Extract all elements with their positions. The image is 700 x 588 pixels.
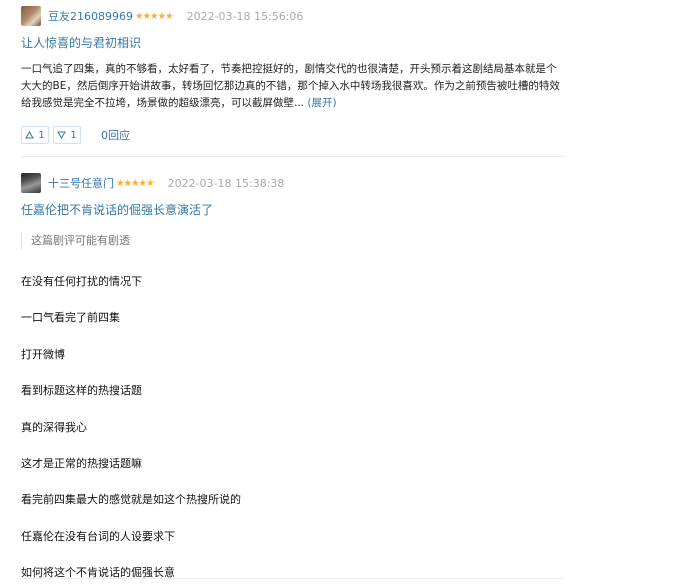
review-paragraph: 任嘉伦在没有台词的人设要求下 (21, 530, 175, 543)
review-excerpt: 一口气追了四集，真的不够看，太好看了，节奏把控挺好的，剧情交代的也很清楚，开头预… (21, 61, 565, 112)
triangle-down-icon (57, 131, 67, 139)
useful-button[interactable]: 1 (21, 126, 49, 144)
review-card: 十三号任意门 ★★★★★ 2022-03-18 15:38:38 任嘉伦把不肯说… (21, 173, 565, 219)
reply-link[interactable]: 0回应 (101, 127, 130, 143)
excerpt-line: 大大的BE，然后倒序开始讲故事，转场回忆那边真的不错，那个掉入水中转场我很喜欢。… (21, 80, 560, 92)
divider (21, 578, 565, 579)
excerpt-line-text: 给我感觉是完全不拉垮，场景做的超级漂亮，可以截屏做壁... (21, 97, 305, 109)
rating-stars: ★★★★★ (116, 177, 155, 189)
spoiler-notice: 这篇剧评可能有剧透 (21, 233, 130, 249)
review-title-link[interactable]: 任嘉伦把不肯说话的倔强长意演活了 (21, 201, 565, 219)
review-header: 十三号任意门 ★★★★★ 2022-03-18 15:38:38 (21, 173, 565, 193)
excerpt-line: 给我感觉是完全不拉垮，场景做的超级漂亮，可以截屏做壁... (展开) (21, 95, 565, 112)
review-paragraph: 真的深得我心 (21, 421, 87, 434)
username-link[interactable]: 豆友216089969 (48, 8, 133, 24)
avatar[interactable] (21, 6, 41, 26)
review-paragraph: 打开微博 (21, 348, 65, 361)
review-card: 豆友216089969 ★★★★★ 2022-03-18 15:56:06 让人… (21, 6, 565, 144)
useless-button[interactable]: 1 (53, 126, 81, 144)
review-paragraph: 看完前四集最大的感觉就是如这个热搜所说的 (21, 493, 241, 506)
review-date: 2022-03-18 15:38:38 (167, 176, 285, 190)
username-link[interactable]: 十三号任意门 (48, 175, 114, 191)
review-paragraph: 看到标题这样的热搜话题 (21, 384, 142, 397)
review-paragraph: 一口气看完了前四集 (21, 311, 120, 324)
useless-count: 1 (70, 129, 77, 141)
review-paragraph: 这才是正常的热搜话题嘛 (21, 457, 142, 470)
review-date: 2022-03-18 15:56:06 (186, 9, 304, 23)
review-actions: 1 1 0回应 (21, 126, 565, 144)
triangle-up-icon (25, 131, 35, 139)
review-header: 豆友216089969 ★★★★★ 2022-03-18 15:56:06 (21, 6, 565, 26)
review-title-link[interactable]: 让人惊喜的与君初相识 (21, 34, 565, 52)
expand-link[interactable]: (展开) (307, 97, 336, 109)
avatar[interactable] (21, 173, 41, 193)
review-paragraph: 在没有任何打扰的情况下 (21, 275, 142, 288)
divider (21, 156, 565, 157)
useful-count: 1 (38, 129, 45, 141)
rating-stars: ★★★★★ (135, 10, 174, 22)
excerpt-line: 一口气追了四集，真的不够看，太好看了，节奏把控挺好的，剧情交代的也很清楚，开头预… (21, 63, 557, 75)
